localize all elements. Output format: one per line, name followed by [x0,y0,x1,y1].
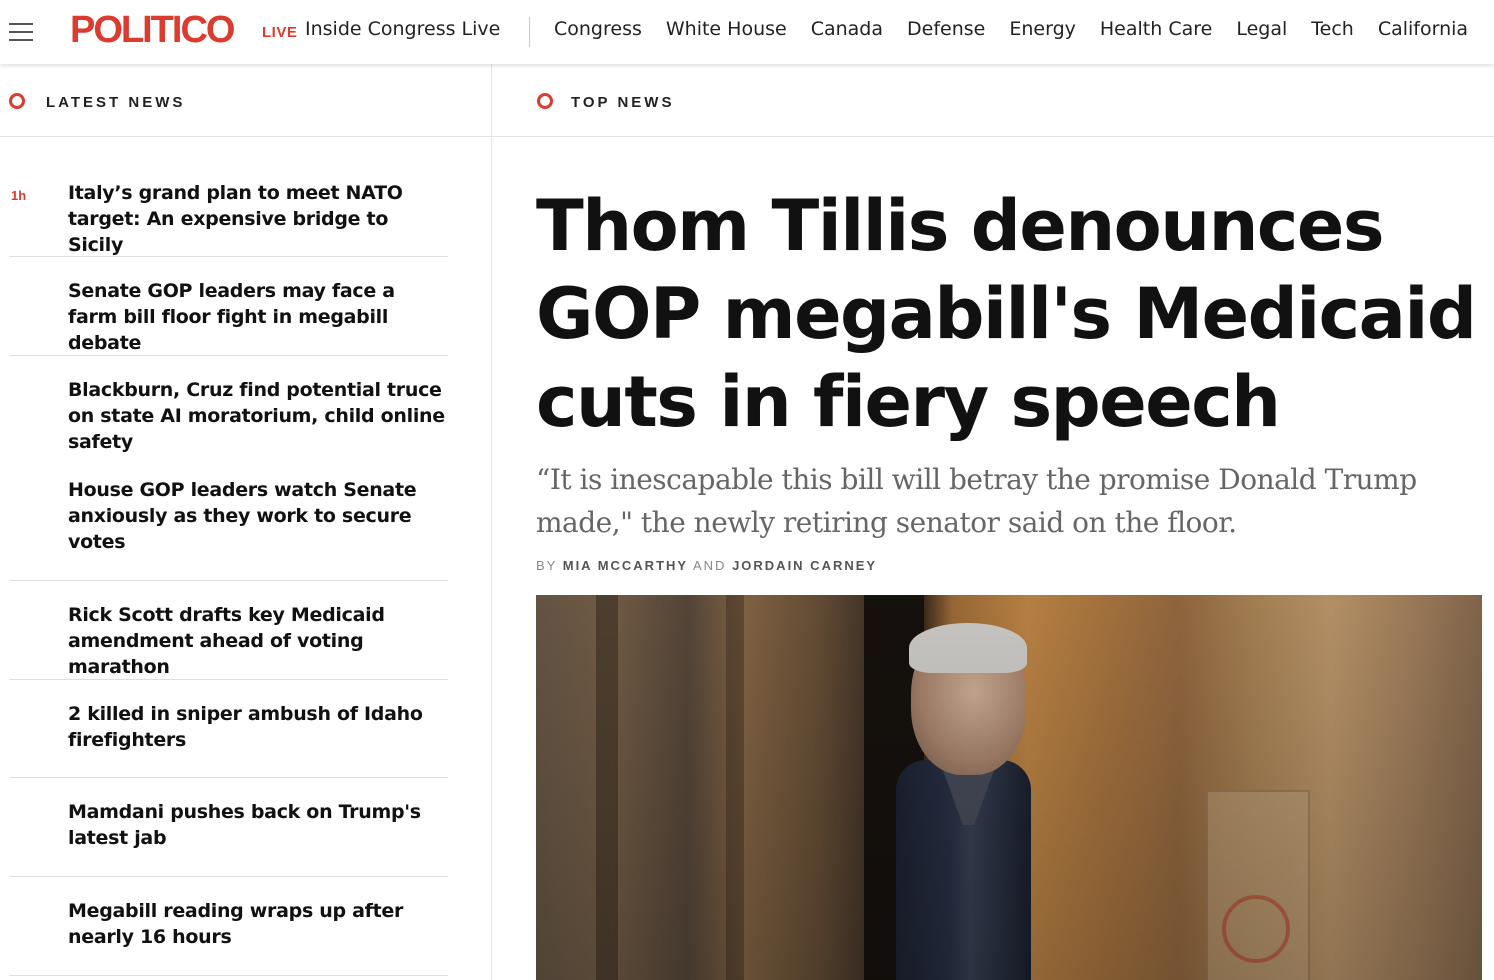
top-story-photo[interactable] [536,595,1482,980]
divider [10,256,448,257]
latest-news-column: LATEST NEWS 1h Italy’s grand plan to mee… [0,64,492,980]
author-link[interactable]: MIA MCCARTHY [563,558,688,573]
top-news-label: TOP NEWS [571,94,675,111]
divider [10,975,448,976]
nav-link-energy[interactable]: Energy [1009,18,1076,40]
news-headline-link[interactable]: Blackburn, Cruz find potential truce on … [68,377,446,455]
nav-link-health-care[interactable]: Health Care [1100,18,1212,40]
news-headline-link[interactable]: Italy’s grand plan to meet NATO target: … [68,180,446,258]
byline-and: AND [692,558,727,573]
inside-congress-live-link[interactable]: Inside Congress Live [305,18,500,40]
top-news-column: TOP NEWS Thom Tillis denounces GOP megab… [492,64,1494,980]
live-badge: LIVE [262,24,298,41]
author-link[interactable]: JORDAIN CARNEY [732,558,877,573]
top-nav: POLITICO LIVE Inside Congress Live Congr… [0,0,1494,64]
divider [10,876,448,877]
nav-link-white-house[interactable]: White House [666,18,787,40]
nav-divider [529,17,530,47]
divider [10,580,448,581]
byline-by: BY [536,558,558,573]
politico-logo[interactable]: POLITICO [70,9,235,52]
nav-link-canada[interactable]: Canada [811,18,883,40]
news-headline-link[interactable]: 2 killed in sniper ambush of Idaho firef… [68,701,446,753]
news-headline-link[interactable]: House GOP leaders watch Senate anxiously… [68,477,446,555]
menu-icon[interactable] [9,22,33,42]
ring-icon [9,93,25,109]
news-headline-link[interactable]: Senate GOP leaders may face a farm bill … [68,278,446,356]
news-headline-link[interactable]: Megabill reading wraps up after nearly 1… [68,898,446,950]
divider [10,679,448,680]
news-headline-link[interactable]: Mamdani pushes back on Trump's latest ja… [68,799,446,851]
ring-icon [537,93,553,109]
divider [10,355,448,356]
nav-link-legal[interactable]: Legal [1236,18,1287,40]
byline: BY MIA MCCARTHY AND JORDAIN CARNEY [536,558,877,573]
nav-link-tech[interactable]: Tech [1311,18,1354,40]
top-news-header: TOP NEWS [492,64,1494,137]
nav-link-california[interactable]: California [1378,18,1468,40]
timestamp: 1h [11,188,27,203]
news-headline-link[interactable]: Rick Scott drafts key Medicaid amendment… [68,602,446,680]
top-story-dek: “It is inescapable this bill will betray… [536,463,1417,539]
latest-news-label: LATEST NEWS [46,94,186,111]
top-story-headline[interactable]: Thom Tillis denounces GOP megabill's Med… [536,182,1486,446]
divider [10,777,448,778]
latest-news-header: LATEST NEWS [0,64,491,137]
nav-link-congress[interactable]: Congress [554,18,642,40]
nav-link-defense[interactable]: Defense [907,18,985,40]
section-nav: Congress White House Canada Defense Ener… [554,18,1468,40]
